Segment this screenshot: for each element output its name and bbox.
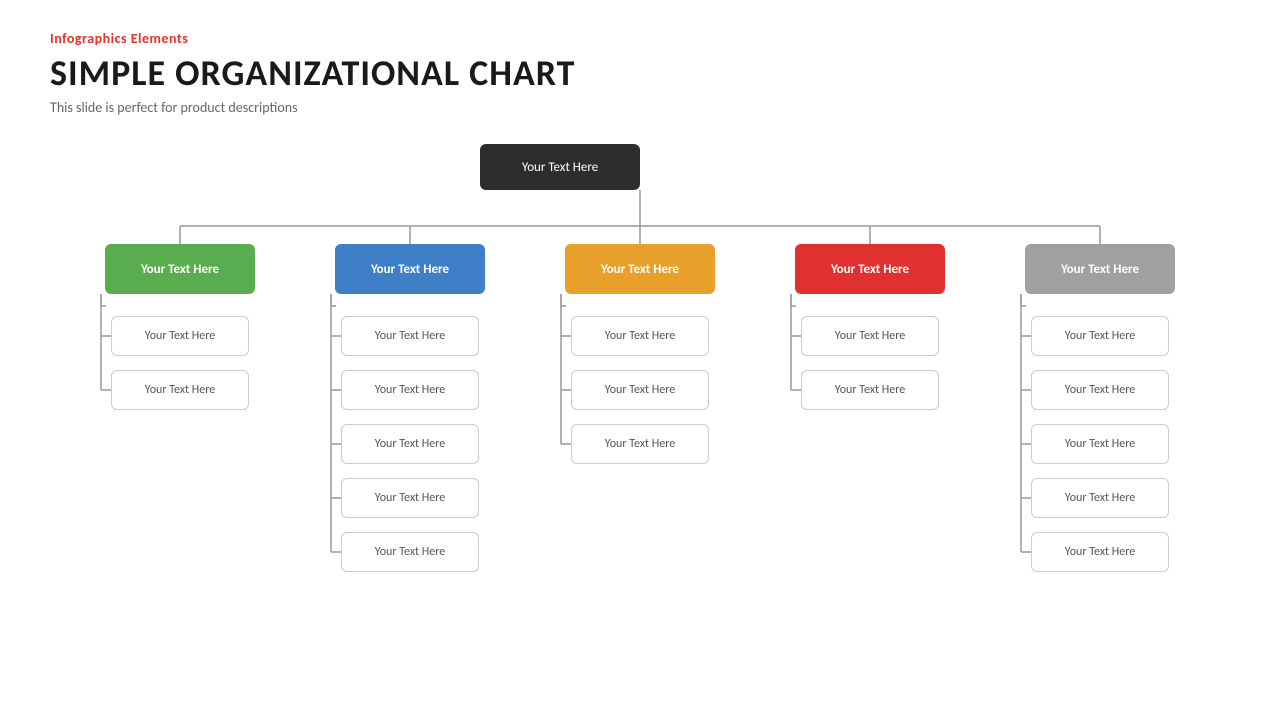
child-box: Your Text Here [341,424,479,464]
child-box: Your Text Here [341,316,479,356]
root-node: Your Text Here [480,144,640,190]
child-box: Your Text Here [1031,424,1169,464]
col-header-col4: Your Text Here [795,244,945,294]
child-box: Your Text Here [111,370,249,410]
child-box: Your Text Here [1031,478,1169,518]
child-box: Your Text Here [341,478,479,518]
description: This slide is perfect for product descri… [50,99,1230,116]
col-header-col3: Your Text Here [565,244,715,294]
col-header-col2: Your Text Here [335,244,485,294]
child-box: Your Text Here [801,316,939,356]
page: Infographics Elements SIMPLE ORGANIZATIO… [0,0,1280,720]
child-box: Your Text Here [571,370,709,410]
child-box: Your Text Here [571,316,709,356]
child-box: Your Text Here [1031,532,1169,572]
page-title: SIMPLE ORGANIZATIONAL CHART [50,51,1230,95]
connector-lines [50,136,1230,696]
child-box: Your Text Here [1031,370,1169,410]
child-box: Your Text Here [801,370,939,410]
chart-area: Your Text Here Your Text Here Your Text He… [50,136,1230,696]
child-box: Your Text Here [1031,316,1169,356]
child-box: Your Text Here [341,532,479,572]
col-header-col1: Your Text Here [105,244,255,294]
child-box: Your Text Here [571,424,709,464]
child-box: Your Text Here [341,370,479,410]
child-box: Your Text Here [111,316,249,356]
col-header-col5: Your Text Here [1025,244,1175,294]
subtitle: Infographics Elements [50,30,1230,47]
